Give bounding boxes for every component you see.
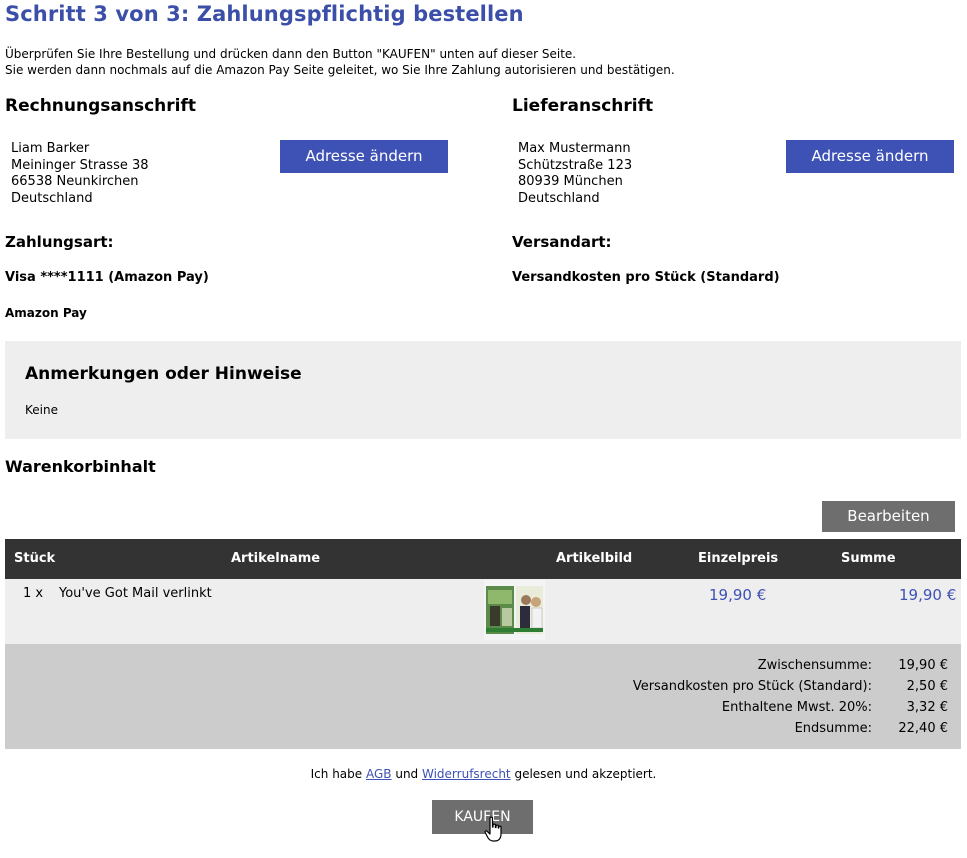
- grand-total-row: Endsumme: 22,40 €: [5, 721, 961, 742]
- shipping-street: Schützstraße 123: [518, 157, 633, 173]
- shipping-address: Max Mustermann Schützstraße 123 80939 Mü…: [518, 141, 632, 207]
- notes-box: Anmerkungen oder Hinweise Keine: [5, 341, 961, 439]
- cart-table-header: Stück Artikelname Artikelbild Einzelprei…: [5, 539, 961, 579]
- table-row: 1 x You've Got Mail verlinkt 19,90 € 19,…: [5, 579, 961, 644]
- grand-total-value: 22,40 €: [898, 721, 948, 736]
- grand-total-label: Endsumme:: [794, 721, 872, 736]
- vat-row: Enthaltene Mwst. 20%: 3,32 €: [5, 700, 961, 721]
- billing-street: Meininger Strasse 38: [11, 157, 149, 173]
- col-header-name: Artikelname: [231, 551, 321, 566]
- shipping-cost-row: Versandkosten pro Stück (Standard): 2,50…: [5, 679, 961, 700]
- totals-box: Zwischensumme: 19,90 € Versandkosten pro…: [5, 644, 961, 749]
- shipping-change-address-button[interactable]: Adresse ändern: [786, 140, 954, 173]
- payment-heading: Zahlungsart:: [5, 233, 114, 251]
- delivery-heading: Versandart:: [512, 233, 612, 251]
- billing-section: Rechnungsanschrift: [5, 96, 196, 116]
- billing-change-address-button[interactable]: Adresse ändern: [280, 140, 448, 173]
- shipping-name: Max Mustermann: [518, 141, 631, 156]
- hand-cursor-icon: [484, 816, 502, 842]
- shipping-country: Deutschland: [518, 190, 600, 206]
- item-qty: 1 x: [23, 586, 44, 601]
- shipping-city: 80939 München: [518, 174, 623, 189]
- terms-text: Ich habe AGB und Widerrufsrecht gelesen …: [0, 767, 967, 781]
- item-image[interactable]: [484, 580, 545, 640]
- billing-country: Deutschland: [11, 190, 93, 206]
- vat-value: 3,32 €: [906, 700, 948, 715]
- item-name: You've Got Mail verlinkt: [59, 586, 212, 601]
- page-title: Schritt 3 von 3: Zahlungspflichtig beste…: [5, 2, 524, 26]
- billing-address: Liam Barker Meininger Strasse 38 66538 N…: [11, 141, 149, 207]
- payment-method: Visa ****1111 (Amazon Pay): [5, 270, 209, 285]
- shipping-cost-value: 2,50 €: [906, 679, 948, 694]
- subtotal-row: Zwischensumme: 19,90 €: [5, 658, 961, 679]
- cart-heading: Warenkorbinhalt: [5, 457, 156, 476]
- notes-heading: Anmerkungen oder Hinweise: [25, 364, 302, 384]
- delivery-method: Versandkosten pro Stück (Standard): [512, 270, 780, 285]
- terms-suffix: gelesen und akzeptiert.: [514, 767, 657, 781]
- buy-button[interactable]: KAUFEN: [432, 800, 533, 834]
- item-unit-price: 19,90 €: [709, 586, 767, 604]
- subtotal-label: Zwischensumme:: [757, 658, 872, 673]
- payment-provider: Amazon Pay: [5, 306, 87, 320]
- vat-label: Enthaltene Mwst. 20%:: [721, 700, 872, 715]
- edit-cart-button[interactable]: Bearbeiten: [822, 501, 955, 532]
- billing-name: Liam Barker: [11, 141, 90, 156]
- shipping-section: Lieferanschrift: [512, 96, 653, 116]
- widerruf-link[interactable]: Widerrufsrecht: [422, 767, 511, 781]
- item-total: 19,90 €: [899, 586, 957, 604]
- intro-line-2: Sie werden dann nochmals auf die Amazon …: [5, 63, 675, 77]
- intro-line-1: Überprüfen Sie Ihre Bestellung und drück…: [5, 47, 577, 61]
- intro-text: Überprüfen Sie Ihre Bestellung und drück…: [5, 46, 675, 78]
- billing-heading: Rechnungsanschrift: [5, 96, 197, 116]
- terms-prefix: Ich habe: [310, 767, 363, 781]
- shipping-cost-label: Versandkosten pro Stück (Standard):: [632, 679, 872, 694]
- col-header-sum: Summe: [841, 551, 896, 566]
- col-header-qty: Stück: [14, 551, 56, 566]
- col-header-image: Artikelbild: [556, 551, 633, 566]
- dvd-cover-thumbnail-icon: [484, 580, 545, 640]
- notes-text: Keine: [25, 403, 58, 417]
- billing-city: 66538 Neunkirchen: [11, 174, 139, 189]
- subtotal-value: 19,90 €: [898, 658, 948, 673]
- shipping-heading: Lieferanschrift: [512, 96, 654, 116]
- agb-link[interactable]: AGB: [366, 767, 392, 781]
- col-header-unit-price: Einzelpreis: [698, 551, 779, 566]
- terms-and: und: [395, 767, 419, 781]
